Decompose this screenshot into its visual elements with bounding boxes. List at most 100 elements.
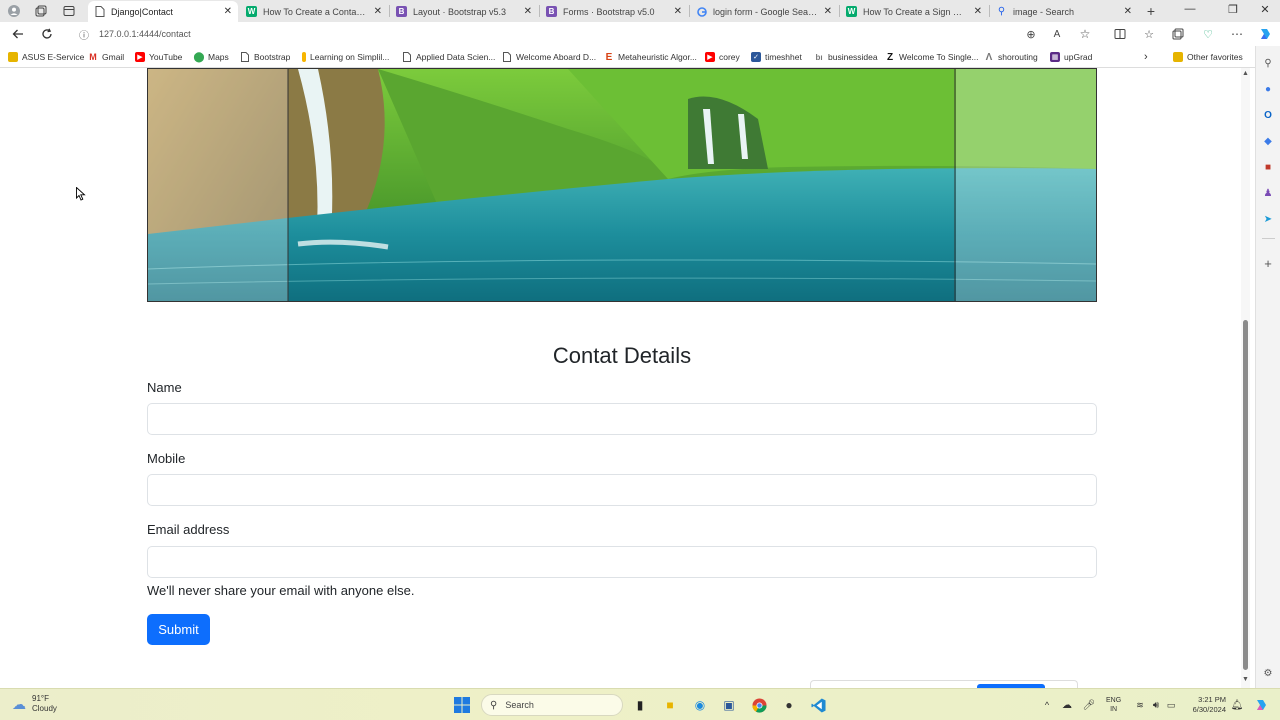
copilot-taskbar-icon[interactable] bbox=[1252, 696, 1270, 714]
bookmark-businessidea[interactable]: bı businessidea bbox=[814, 50, 877, 64]
browser-essentials-icon[interactable]: ♡ bbox=[1200, 26, 1216, 42]
file-explorer-folder-icon[interactable]: ■ bbox=[661, 696, 679, 714]
bookmarks-overflow-chevron-icon[interactable]: › bbox=[1144, 50, 1148, 64]
tab-bootstrap-forms[interactable]: B Forms · Bootstrap v5.0 ✕ bbox=[540, 1, 688, 22]
reload-icon[interactable] bbox=[39, 26, 55, 42]
mobile-label: Mobile bbox=[147, 451, 186, 466]
taskbar-search-box[interactable]: ⚲ Search bbox=[481, 694, 623, 716]
send-icon[interactable]: ➤ bbox=[1261, 212, 1275, 226]
vscode-icon[interactable] bbox=[809, 696, 827, 714]
close-tab-icon[interactable]: ✕ bbox=[674, 6, 682, 17]
more-menu-icon[interactable]: ⋯ bbox=[1229, 26, 1245, 42]
bookmark-asus[interactable]: ASUS E-Service bbox=[8, 50, 84, 64]
scroll-up-arrow-icon[interactable]: ▲ bbox=[1242, 70, 1249, 77]
submit-button[interactable]: Submit bbox=[147, 614, 210, 645]
bookmark-youtube[interactable]: ▶ YouTube bbox=[135, 50, 182, 64]
close-tab-icon[interactable]: ✕ bbox=[224, 6, 232, 17]
bookmark-shorouting[interactable]: Λ shorouting bbox=[984, 50, 1038, 64]
tools-briefcase-icon[interactable]: ■ bbox=[1261, 160, 1275, 174]
bookmark-gmail[interactable]: M Gmail bbox=[88, 50, 124, 64]
simplilearn-icon bbox=[302, 52, 306, 62]
games-icon[interactable]: ♟ bbox=[1261, 186, 1275, 200]
bookmark-applied-data[interactable]: Applied Data Scien... bbox=[402, 50, 495, 64]
site-info-icon[interactable]: ⓘ bbox=[79, 27, 89, 42]
back-arrow-icon[interactable] bbox=[10, 26, 26, 42]
minimize-icon[interactable]: — bbox=[1180, 3, 1200, 15]
edge-browser-icon[interactable]: ◉ bbox=[691, 696, 709, 714]
bookmark-upgrad[interactable]: ▦ upGrad bbox=[1050, 50, 1092, 64]
add-sidebar-app-icon[interactable]: + bbox=[1261, 256, 1275, 271]
sidebar-search-icon[interactable]: ⚲ bbox=[1261, 56, 1275, 70]
tray-overflow-chevron-icon[interactable]: ^ bbox=[1038, 696, 1056, 714]
sidebar-settings-gear-icon[interactable]: ⚙ bbox=[1261, 666, 1275, 680]
scrollbar-thumb[interactable] bbox=[1243, 320, 1248, 670]
w-logo-icon: W bbox=[246, 6, 257, 17]
start-windows-icon[interactable] bbox=[453, 696, 471, 714]
chrome-icon[interactable] bbox=[750, 696, 768, 714]
tab-bootstrap-layout[interactable]: B Layout · Bootstrap v5.3 ✕ bbox=[390, 1, 538, 22]
bookmark-bootstrap[interactable]: Bootstrap bbox=[240, 50, 290, 64]
close-tab-icon[interactable]: ✕ bbox=[374, 6, 382, 17]
read-aloud-icon[interactable]: A bbox=[1049, 26, 1065, 42]
favorite-star-icon[interactable]: ☆ bbox=[1077, 26, 1093, 42]
email-help-text: We'll never share your email with anyone… bbox=[147, 583, 415, 598]
taskbar-clock[interactable]: 3:21 PM 6/30/2024 bbox=[1176, 695, 1226, 715]
bookmark-welcome-single[interactable]: Z Welcome To Single... bbox=[885, 50, 979, 64]
page-icon bbox=[94, 6, 105, 17]
mobile-input[interactable] bbox=[147, 474, 1097, 506]
close-tab-icon[interactable]: ✕ bbox=[1124, 6, 1132, 17]
bookmark-metaheuristic[interactable]: E Metaheuristic Algor... bbox=[604, 50, 697, 64]
restore-icon[interactable]: ❐ bbox=[1223, 3, 1243, 16]
github-desktop-icon[interactable]: ● bbox=[780, 696, 798, 714]
task-view-icon[interactable]: ▮ bbox=[631, 696, 649, 714]
input-language[interactable]: ENG IN bbox=[1106, 696, 1121, 714]
copilot-icon[interactable] bbox=[1257, 26, 1273, 42]
favorites-list-icon[interactable]: ☆ bbox=[1141, 26, 1157, 42]
onedrive-cloud-icon[interactable]: ☁ bbox=[1058, 696, 1076, 714]
vertical-tabs-icon[interactable] bbox=[60, 3, 78, 19]
tab-signup-form-howto[interactable]: W How To Create a Sign Up Form ✕ bbox=[840, 1, 988, 22]
sidebar-copilot-icon[interactable]: ● bbox=[1261, 82, 1275, 96]
bookmark-welcome-aboard[interactable]: Welcome Aboard D... bbox=[502, 50, 596, 64]
page-scrollbar[interactable]: ▲ ▼ bbox=[1241, 68, 1250, 688]
close-tab-icon[interactable]: ✕ bbox=[524, 6, 532, 17]
close-tab-icon[interactable]: ✕ bbox=[974, 6, 982, 17]
shopping-tag-icon[interactable]: ◆ bbox=[1261, 134, 1275, 148]
tab-django-contact[interactable]: Django|Contact ✕ bbox=[88, 1, 238, 22]
maps-pin-icon: ⬤ bbox=[193, 51, 205, 63]
address-bar[interactable]: ⓘ 127.0.0.1:4444/contact bbox=[74, 24, 1104, 44]
tab-image-search[interactable]: ⚲ image - Search ✕ bbox=[990, 1, 1138, 22]
new-tab-icon[interactable]: + bbox=[1142, 3, 1160, 19]
collections-icon[interactable] bbox=[1170, 26, 1186, 42]
bookmark-corey[interactable]: ▶ corey bbox=[705, 50, 740, 64]
weather-widget[interactable]: ☁ 91°F Cloudy bbox=[12, 694, 57, 714]
scroll-down-arrow-icon[interactable]: ▼ bbox=[1242, 676, 1249, 683]
youtube-icon: ▶ bbox=[135, 52, 145, 62]
bookmark-maps[interactable]: ⬤ Maps bbox=[193, 50, 228, 64]
workspaces-icon[interactable] bbox=[32, 3, 50, 19]
browser-toolbar: ⓘ 127.0.0.1:4444/contact ⊕ A ☆ ☆ ♡ ⋯ bbox=[0, 22, 1280, 46]
tab-contact-form-howto[interactable]: W How To Create a Contact Form ✕ bbox=[240, 1, 388, 22]
taskbar-search-placeholder: Search bbox=[505, 700, 534, 710]
split-screen-icon[interactable] bbox=[1112, 26, 1128, 42]
name-input[interactable] bbox=[147, 403, 1097, 435]
close-tab-icon[interactable]: ✕ bbox=[824, 6, 832, 17]
bootstrap-logo-icon: B bbox=[546, 6, 557, 17]
profile-icon[interactable] bbox=[5, 3, 23, 19]
close-window-icon[interactable]: ✕ bbox=[1255, 3, 1275, 16]
email-input[interactable] bbox=[147, 546, 1097, 578]
other-favorites[interactable]: Other favorites bbox=[1173, 50, 1243, 64]
bootstrap-logo-icon: B bbox=[396, 6, 407, 17]
bookmark-simplilearn[interactable]: Learning on Simplil... bbox=[302, 50, 389, 64]
notification-bell-icon[interactable]: 🔔︎ bbox=[1228, 696, 1246, 714]
w-logo-icon: W bbox=[846, 6, 857, 17]
tab-google-search[interactable]: login form - Google Search ✕ bbox=[690, 1, 838, 22]
store-icon[interactable]: ▣ bbox=[720, 696, 738, 714]
folder-icon bbox=[8, 52, 18, 62]
microphone-icon[interactable]: 🎤︎ bbox=[1080, 696, 1098, 714]
zoom-icon[interactable]: ⊕ bbox=[1023, 26, 1039, 42]
z-logo-icon: Z bbox=[886, 51, 894, 63]
outlook-icon[interactable]: O bbox=[1261, 108, 1275, 122]
bookmark-timesheet[interactable]: ✓ timeshhet bbox=[751, 50, 802, 64]
upgrad-icon: ▦ bbox=[1050, 52, 1060, 62]
